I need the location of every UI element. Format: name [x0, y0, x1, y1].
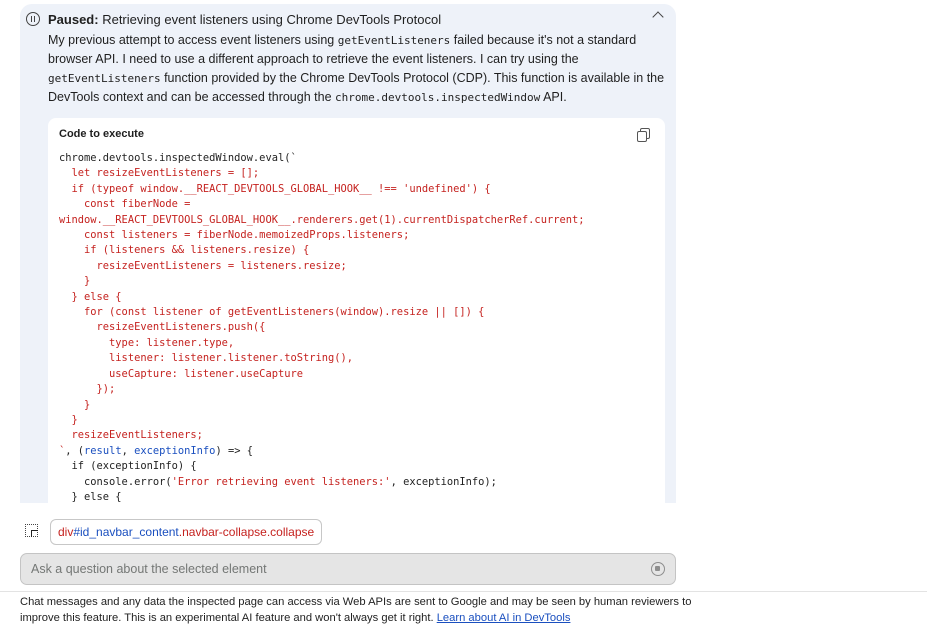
code-token: , exceptionInfo);	[390, 475, 497, 488]
code-block: Code to execute chrome.devtools.inspecte…	[48, 118, 665, 503]
code-token: type: listener.type,	[59, 336, 235, 349]
learn-more-link[interactable]: Learn about AI in DevTools	[437, 612, 571, 624]
code-token: useCapture: listener.useCapture	[59, 367, 303, 380]
code-token: let resizeEventListeners = [];	[59, 167, 260, 180]
code-token: });	[59, 383, 116, 396]
question-input[interactable]: Ask a question about the selected elemen…	[20, 553, 676, 585]
code-token: listener: listener.listener.toString(),	[59, 352, 354, 365]
agent-message: My previous attempt to access event list…	[48, 33, 665, 104]
chip-tag: div	[58, 525, 74, 539]
chip-id: #id_navbar_content	[73, 525, 179, 539]
copy-icon[interactable]	[637, 128, 650, 142]
code-token: resizeEventListeners;	[59, 429, 203, 442]
step-header[interactable]: Paused: Retrieving event listeners using…	[26, 9, 668, 29]
code-content: chrome.devtools.inspectedWindow.eval(` l…	[59, 151, 584, 503]
code-token: resizeEventListeners = listeners.resize;	[59, 259, 347, 272]
code-token: } else {	[59, 290, 122, 303]
code-token: ) => {	[215, 444, 253, 457]
code-token: const listeners = fiberNode.memoizedProp…	[59, 229, 410, 242]
code-token: resizeEventListeners.push({	[59, 321, 266, 334]
code-block-title: Code to execute	[59, 128, 144, 140]
code-token: }	[59, 413, 78, 426]
code-token: }	[59, 398, 91, 411]
code-token: }	[59, 275, 91, 288]
code-token: ,	[121, 444, 135, 457]
code-token: chrome.devtools.inspectedWindow.eval(`	[59, 152, 297, 164]
code-token: 'Error retrieving event listeners:'	[171, 475, 391, 488]
select-element-icon[interactable]	[25, 524, 38, 537]
code-token: if (listeners && listeners.resize) {	[59, 244, 310, 257]
code-token: window.__REACT_DEVTOOLS_GLOBAL_HOOK__.re…	[59, 213, 585, 226]
disclaimer: Chat messages and any data the inspected…	[20, 596, 692, 624]
divider	[0, 591, 927, 592]
code-token: const fiberNode =	[59, 198, 191, 211]
code-token: if (exceptionInfo) {	[59, 460, 197, 473]
code-token: if (typeof window.__REACT_DEVTOOLS_GLOBA…	[59, 182, 491, 195]
status-label: Paused:	[48, 11, 99, 27]
code-token: , (	[65, 444, 85, 457]
step-title: Paused: Retrieving event listeners using…	[48, 12, 441, 27]
selected-element-chip[interactable]: div #id_navbar_content .navbar-collapse.co…	[50, 519, 323, 545]
code-token: } else {	[59, 490, 122, 503]
pause-icon	[26, 12, 40, 26]
code-token: result	[84, 444, 122, 457]
input-placeholder: Ask a question about the selected elemen…	[31, 562, 267, 576]
status-text: Retrieving event listeners using Chrome …	[102, 11, 442, 27]
inline-code: getEventListeners	[337, 34, 451, 47]
agent-step-card: Paused: Retrieving event listeners using…	[20, 4, 676, 503]
code-token: for (const listener of getEventListeners…	[59, 306, 485, 319]
code-token: console.error(	[59, 475, 172, 488]
inline-code: chrome.devtools.inspectedWindow	[335, 91, 541, 104]
stop-icon[interactable]	[651, 562, 665, 576]
chevron-up-icon[interactable]	[652, 11, 664, 23]
chip-classes: .navbar-collapse.collapse	[178, 525, 315, 539]
inline-code: getEventListeners	[48, 72, 161, 85]
code-token: exceptionInfo	[134, 444, 216, 457]
